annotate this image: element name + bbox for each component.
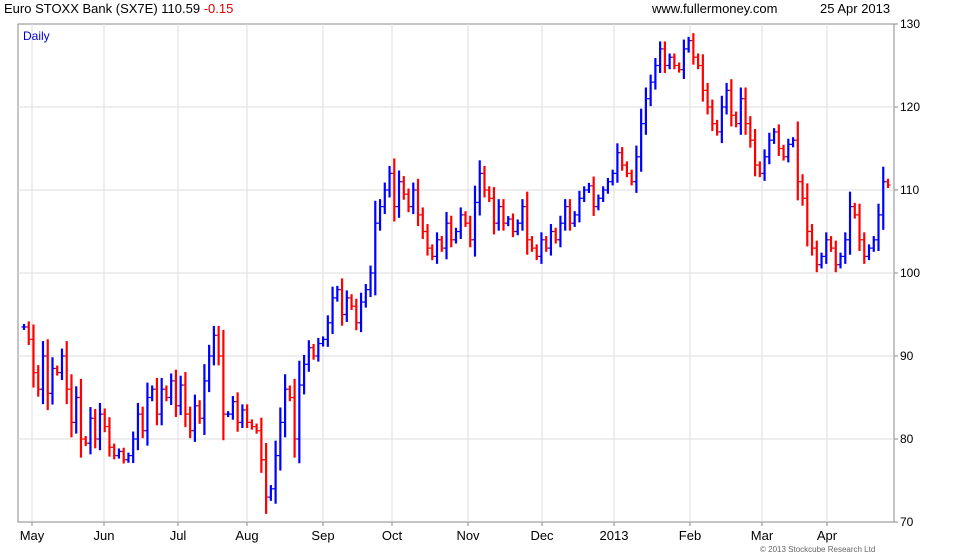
copyright-notice: © 2013 Stockcube Research Ltd [760, 545, 876, 554]
chart-title: Euro STOXX Bank (SX7E) 110.59 -0.15 [4, 1, 233, 16]
x-axis: May Jun Jul Aug Sep Oct Nov Dec 2013 Feb Mar Apr [20, 522, 838, 543]
x-tick-label: Sep [311, 528, 334, 543]
chart-date: 25 Apr 2013 [820, 1, 891, 16]
x-tick-label: Oct [382, 528, 403, 543]
x-tick-label: Dec [530, 528, 554, 543]
price-chart: 70 80 90 100 110 120 130 May Jun Jul Aug Sep Oct Nov… [17, 17, 920, 543]
site-link[interactable]: www.fullermoney.com [652, 1, 777, 16]
x-tick-label: Jul [170, 528, 187, 543]
x-tick-label: Aug [235, 528, 258, 543]
index-name-and-price: Euro STOXX Bank (SX7E) 110.59 [4, 1, 201, 16]
y-tick-label: 80 [900, 432, 914, 446]
y-tick-label: 70 [900, 515, 914, 529]
x-tick-label: May [20, 528, 45, 543]
y-tick-label: 90 [900, 349, 914, 363]
x-tick-label: Jun [94, 528, 115, 543]
y-axis: 70 80 90 100 110 120 130 [894, 17, 920, 529]
y-tick-label: 100 [900, 266, 920, 280]
x-tick-label: Feb [679, 528, 701, 543]
price-change: -0.15 [203, 1, 234, 16]
x-tick-label: 2013 [600, 528, 629, 543]
period-label: Daily [23, 29, 50, 43]
x-tick-label: Nov [456, 528, 480, 543]
y-tick-label: 120 [900, 100, 920, 114]
x-tick-label: Mar [751, 528, 774, 543]
y-tick-label: 110 [900, 183, 919, 197]
x-tick-label: Apr [817, 528, 838, 543]
y-tick-label: 130 [900, 17, 920, 31]
